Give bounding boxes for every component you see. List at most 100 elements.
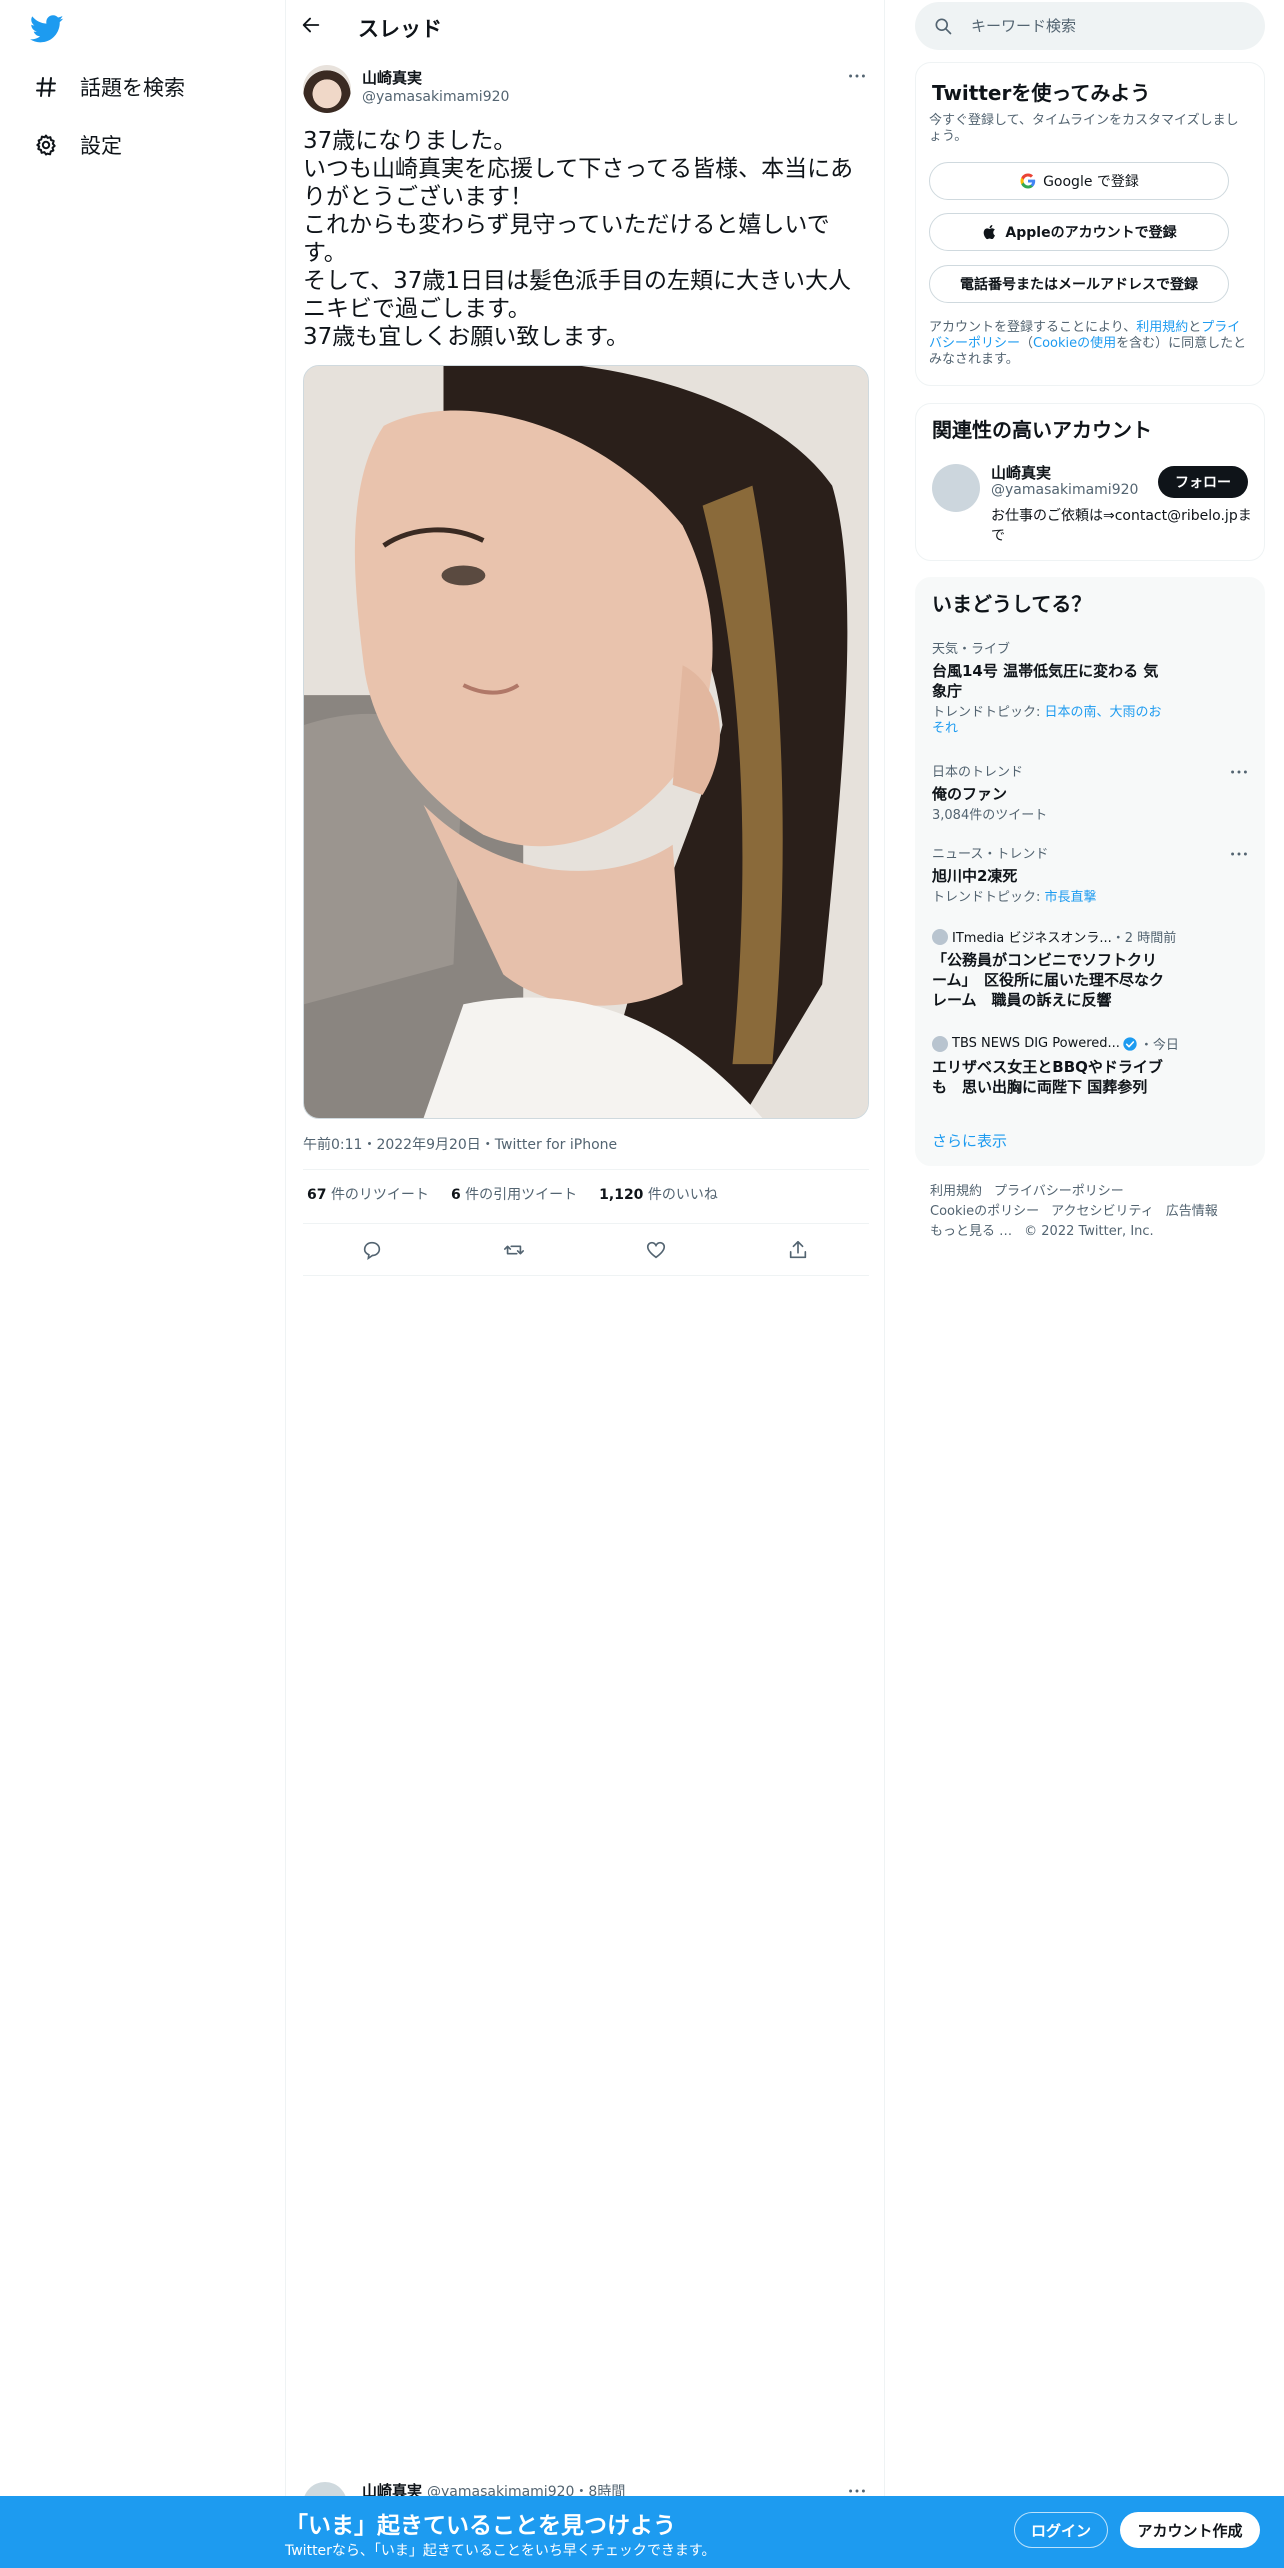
nav-explore[interactable]: 話題を検索: [34, 67, 185, 107]
tweet-actions: [303, 1227, 869, 1277]
search-box[interactable]: [915, 2, 1265, 50]
create-account-button[interactable]: アカウント作成: [1120, 2512, 1260, 2548]
page-title: スレッド: [358, 17, 442, 41]
more-options-icon[interactable]: [846, 65, 868, 87]
trends-title: いまどうしてる？: [932, 592, 1092, 616]
publisher-avatar: [932, 1035, 948, 1052]
publisher-avatar: [932, 928, 948, 945]
tweet-text-line: いつも山崎真実を応援して下さってる皆様、本当にありがとうございます！: [303, 156, 854, 210]
trend-title: 台風14号 温帯低気圧に変わる 気象庁: [932, 662, 1159, 700]
relevant-accounts-title: 関連性の高いアカウント: [932, 418, 1152, 442]
trend-item[interactable]: 日本のトレンド 俺のファン 3,084件のツイート: [932, 761, 1252, 824]
account-avatar[interactable]: [932, 464, 980, 512]
follow-button[interactable]: フォロー: [1158, 466, 1248, 498]
tweet-text-line: 37歳も宜しくお願い致します。: [303, 324, 629, 350]
footer-link[interactable]: 広告情報: [1166, 1204, 1218, 1219]
trends-card: いまどうしてる？ 天気・ライブ 台風14号 温帯低気圧に変わる 気象庁 トレンド…: [915, 577, 1265, 1166]
signup-banner: 「いま」起きていることを見つけよう Twitterなら、「いま」起きていることを…: [0, 2496, 1284, 2568]
news-source: ITmedia ビジネスオンラ... ・2 時間前: [932, 927, 1252, 946]
google-icon: [1019, 172, 1037, 190]
author-handle[interactable]: @yamasakimami920: [362, 89, 509, 105]
news-item[interactable]: ITmedia ビジネスオンラ... ・2 時間前 「公務員がコンビニでソフトクリ…: [932, 927, 1252, 1010]
retweet-icon[interactable]: [503, 1239, 527, 1263]
footer-link[interactable]: アクセシビリティ: [1051, 1204, 1154, 1219]
trend-title: 旭川中2凍死: [932, 867, 1018, 885]
nav-settings-label: 設定: [80, 134, 122, 158]
retweet-count[interactable]: 67 件のリツイート: [307, 1184, 429, 1204]
nav-explore-label: 話題を検索: [80, 76, 185, 100]
divider: [303, 1223, 869, 1224]
reply-icon[interactable]: [361, 1239, 385, 1263]
show-more-link[interactable]: さらに表示: [932, 1130, 1007, 1151]
news-source: TBS NEWS DIG Powered... ・今日: [932, 1034, 1252, 1053]
nav-settings[interactable]: 設定: [34, 125, 122, 165]
footer-link[interactable]: Cookieのポリシー: [930, 1204, 1039, 1219]
google-signup-button[interactable]: Google で登録: [929, 162, 1229, 200]
signup-card-title: Twitterを使ってみよう: [932, 81, 1151, 105]
signup-card: Twitterを使ってみよう 今すぐ登録して、タイムラインをカスタマイズしましょ…: [915, 62, 1265, 386]
signup-legal-text: アカウントを登録することにより、利用規約とプライバシーポリシー（Cookieの使…: [929, 320, 1247, 367]
thread-header: スレッド: [286, 0, 884, 53]
footer-link[interactable]: 利用規約: [930, 1184, 982, 1199]
signup-card-subtitle: 今すぐ登録して、タイムラインをカスタマイズしましょう。: [929, 113, 1239, 144]
trend-subtitle: トレンドトピック: 市長直撃: [932, 890, 1097, 905]
news-title: エリザベス女王とBBQやドライブも 思い出胸に両陛下 国葬参列: [932, 1058, 1163, 1096]
trend-context: ニュース・トレンド: [932, 847, 1049, 862]
terms-link[interactable]: 利用規約: [1136, 320, 1188, 335]
search-input[interactable]: [971, 10, 1241, 42]
tweet-photo[interactable]: [303, 365, 869, 1119]
like-icon[interactable]: [645, 1239, 669, 1263]
tweet-text-line: これからも変わらず見守っていただけると嬉しいです。: [303, 212, 830, 266]
login-button[interactable]: ログイン: [1014, 2512, 1108, 2548]
tweet-text-line: そして、37歳1日目は髪色派手目の左頬に大きい大人ニキビで過ごします。: [303, 268, 852, 322]
more-options-icon[interactable]: [1228, 843, 1250, 865]
relevant-accounts-card: 関連性の高いアカウント 山崎真実 @yamasakimami920 フォロー お…: [915, 403, 1265, 561]
copyright: © 2022 Twitter, Inc.: [1024, 1224, 1154, 1239]
tweet-text: 37歳になりました。 いつも山崎真実を応援して下さってる皆様、本当にありがとうご…: [303, 127, 873, 351]
phone-email-signup-label: 電話番号またはメールアドレスで登録: [960, 277, 1198, 293]
news-title: 「公務員がコンビニでソフトクリーム」 区役所に届いた理不尽なクレーム 職員の訴え…: [932, 951, 1165, 1009]
trend-subtitle: トレンドトピック: 日本の南、大雨のおそれ: [932, 705, 1162, 736]
twitter-bird-icon[interactable]: [30, 12, 66, 48]
trend-context: 日本のトレンド: [932, 765, 1024, 780]
main-column: スレッド 山崎真実 @yamasakimami920 37歳になりました。 いつ…: [285, 0, 885, 2568]
apple-icon: [981, 223, 999, 241]
verified-badge-icon: [1122, 1036, 1138, 1052]
footer-link[interactable]: プライバシーポリシー: [994, 1184, 1124, 1199]
apple-signup-button[interactable]: Appleのアカウントで登録: [929, 213, 1229, 251]
trend-item[interactable]: 天気・ライブ 台風14号 温帯低気圧に変わる 気象庁 トレンドトピック: 日本の…: [932, 638, 1252, 737]
apple-signup-label: Appleのアカウントで登録: [1005, 225, 1177, 241]
footer-links: 利用規約 プライバシーポリシー Cookieのポリシー アクセシビリティ 広告情報 も…: [930, 1182, 1250, 1242]
footer-more-link[interactable]: もっと見る …: [930, 1224, 1012, 1239]
trend-item[interactable]: ニュース・トレンド 旭川中2凍死 トレンドトピック: 市長直撃: [932, 843, 1252, 906]
share-icon[interactable]: [787, 1239, 811, 1263]
left-navigation: 話題を検索 設定: [0, 0, 285, 2568]
hashtag-icon: [34, 75, 58, 99]
divider: [303, 1275, 869, 1276]
tweet-text-line: 37歳になりました。: [303, 128, 517, 154]
account-handle[interactable]: @yamasakimami920: [991, 482, 1138, 498]
banner-subtitle: Twitterなら、「いま」起きていることをいち早くチェックできます。: [285, 2543, 716, 2559]
divider: [303, 1169, 869, 1170]
reply-tweet-preview[interactable]: 山崎真実 @yamasakimami920・8時間: [286, 2474, 884, 2526]
author-avatar[interactable]: [303, 65, 351, 113]
tweet-timestamp[interactable]: 午前0:11・2022年9月20日・Twitter for iPhone: [303, 1134, 617, 1154]
tweet-stats: 67 件のリツイート 6 件の引用ツイート 1,120 件のいいね: [303, 1171, 869, 1217]
quote-count[interactable]: 6 件の引用ツイート: [451, 1184, 577, 1204]
account-name[interactable]: 山崎真実: [991, 462, 1051, 483]
author-name[interactable]: 山崎真実: [362, 67, 422, 88]
trend-title: 俺のファン: [932, 785, 1008, 803]
phone-email-signup-button[interactable]: 電話番号またはメールアドレスで登録: [929, 265, 1229, 303]
back-arrow-icon[interactable]: [300, 14, 326, 40]
trend-subtitle: 3,084件のツイート: [932, 808, 1048, 823]
google-signup-label: Google で登録: [1043, 174, 1139, 190]
news-item[interactable]: TBS NEWS DIG Powered... ・今日 エリザベス女王とBBQやド…: [932, 1034, 1252, 1097]
search-icon: [933, 16, 953, 36]
account-bio: お仕事のご依頼は⇒contact@ribelo.jpまで: [991, 508, 1252, 544]
cookie-link[interactable]: Cookieの使用: [1033, 336, 1116, 351]
trend-context: 天気・ライブ: [932, 642, 1011, 657]
more-options-icon[interactable]: [1228, 761, 1250, 783]
like-count[interactable]: 1,120 件のいいね: [599, 1184, 718, 1204]
banner-title: 「いま」起きていることを見つけよう: [285, 2513, 676, 2539]
gear-icon: [34, 133, 58, 157]
